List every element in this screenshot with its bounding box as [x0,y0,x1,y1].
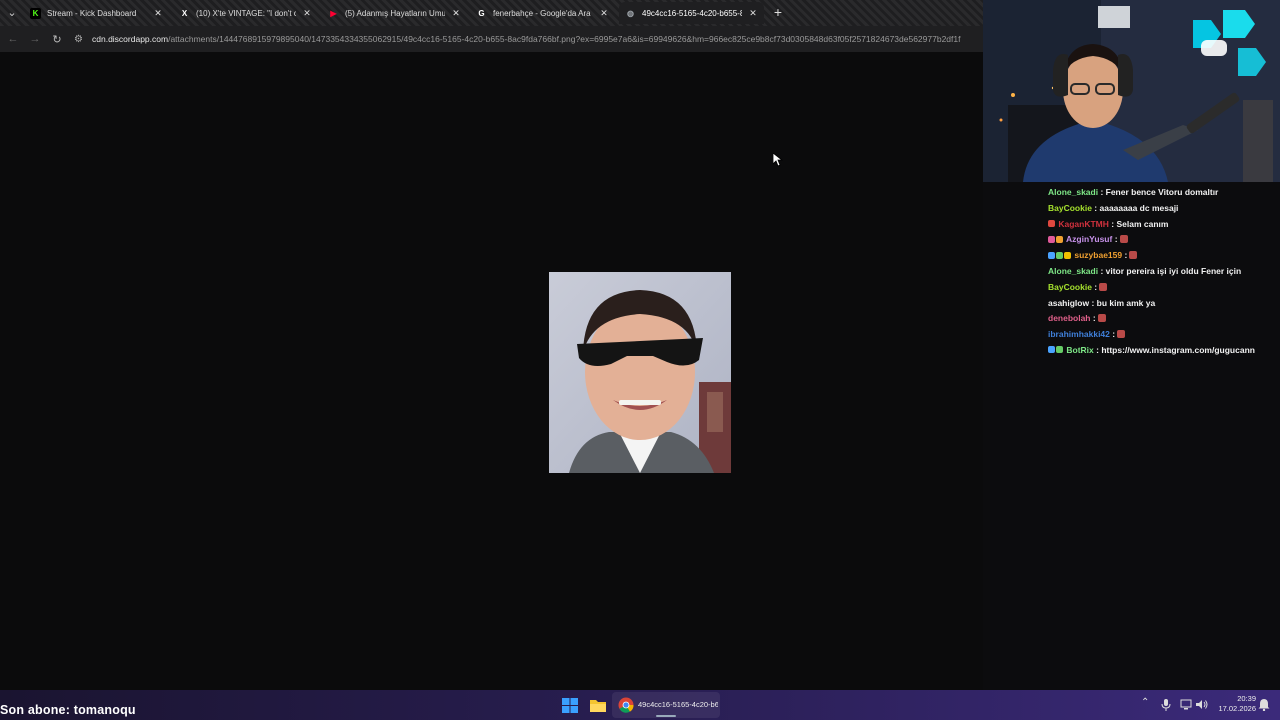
chat-text: : aaaaaaaa dc mesaji [1091,202,1179,213]
chat-emote-icon [1119,235,1128,244]
tab-strip: ⌄ K Stream - Kick Dashboard ✕ X (10) X'te VI… [0,0,983,26]
reload-button[interactable]: ↻ [46,33,68,46]
browser-tab[interactable]: ◍ 49c4cc16-5165-4c20-b655-8ac ✕ [619,2,764,24]
chat-text: : [1109,329,1116,340]
chat-text: : Fener bence Vitoru domaltır [1098,187,1219,197]
x-icon: X [181,8,188,18]
chat-message: BayCookie : aaaaaaaa dc mesaji [1048,201,1280,217]
microphone-icon[interactable] [1161,699,1171,711]
chat-badge-icon [1048,220,1055,228]
network-icon[interactable] [1180,699,1192,710]
chat-username[interactable]: AzginYusuf [1066,234,1112,244]
chat-text: : bu kim amk ya [1089,297,1156,308]
browser-window: ⌄ K Stream - Kick Dashboard ✕ X (10) X'te VI… [0,0,983,690]
close-tab-icon[interactable]: ✕ [599,8,609,19]
displayed-image [549,272,731,473]
page-viewport [0,52,983,690]
clock-date: 17.02.2026 [1218,704,1256,713]
system-clock[interactable]: 20:39 17.02.2026 [1210,694,1256,714]
chat-message: BayCookie : [1048,280,1280,296]
chat-text: : [1112,234,1118,245]
browser-toolbar: ← → ↻ ⚙ cdn.discordapp.com/attachments/1… [0,26,983,52]
chat-username[interactable]: denebolah [1048,313,1091,323]
browser-tab[interactable]: ▶ (5) Adanmış Hayatların Umudu ✕ [322,2,467,24]
forward-button[interactable]: → [24,33,46,45]
close-tab-icon[interactable]: ✕ [451,8,461,19]
chat-badge-icon [1056,235,1063,243]
chat-text: : [1091,281,1098,292]
chat-username[interactable]: asahiglow [1048,298,1089,308]
site-info-icon[interactable]: ⚙ [74,34,88,45]
chat-text: : Selam canım [1108,218,1169,229]
browser-tab[interactable]: X (10) X'te VINTAGE: "I don't care ✕ [173,2,318,24]
chat-emote-icon [1129,251,1138,260]
chrome-taskbar-item[interactable]: 49c4cc16-5165-4c20-b6 [612,692,720,718]
chat-emote-icon [1117,330,1126,339]
chat-username[interactable]: BotRix [1066,345,1093,355]
chat-message: asahiglow : bu kim amk ya [1048,296,1280,312]
chrome-icon [618,697,634,713]
tab-title: fenerbahçe - Google'da Ara [493,8,591,18]
close-tab-icon[interactable]: ✕ [748,8,758,19]
file-explorer-icon[interactable] [589,697,607,714]
tab-title: (5) Adanmış Hayatların Umudu [345,8,445,18]
chat-message: Alone_skadi : vitor pereira işi iyi oldu… [1048,264,1280,280]
chat-username[interactable]: BayCookie [1048,282,1092,292]
webcam-feed [983,0,1280,182]
chat-badge-icon [1056,251,1063,259]
chat-text: : https://www.instagram.com/gugucann [1093,344,1255,355]
chat-emote-icon [1099,282,1108,291]
back-button[interactable]: ← [2,33,24,45]
chat-username[interactable]: Alone_skadi [1048,187,1098,197]
chat-badge-icon [1048,346,1055,354]
mouse-cursor-icon [773,153,783,167]
chat-badge-icon [1056,346,1063,354]
windows-start-icon[interactable] [561,697,579,714]
chat-emote-icon [1097,314,1106,323]
chat-username[interactable]: ibrahimhakki42 [1048,329,1110,339]
clock-time: 20:39 [1237,694,1256,703]
url-domain: cdn.discordapp.com [92,34,169,44]
chat-message: BotRix : https://www.instagram.com/guguc… [1048,343,1280,359]
tab-search-chevron-icon[interactable]: ⌄ [4,5,20,21]
chat-badge-icon [1048,235,1055,243]
chat-badge-icon [1048,251,1055,259]
chat-text: : [1090,313,1096,324]
address-bar[interactable]: cdn.discordapp.com/attachments/144476891… [92,34,972,44]
google-icon: G [478,8,485,18]
globe-icon: ◍ [627,8,634,18]
chat-username[interactable]: suzybae159 [1074,250,1122,260]
chat-message: ibrahimhakki42 : [1048,327,1280,343]
chat-username[interactable]: KaganKTMH [1058,219,1109,229]
volume-icon[interactable] [1195,699,1208,710]
close-tab-icon[interactable]: ✕ [302,8,312,19]
stream-chat: Alone_skadi : Fener bence Vitoru domaltı… [1048,185,1280,359]
browser-tab[interactable]: Gfenerbahçe - Google'da Ara ✕ [470,2,615,24]
browser-tab[interactable]: K Stream - Kick Dashboard ✕ [24,2,169,24]
chat-text: : vitor pereira işi iyi oldu Fener için [1098,265,1242,276]
chat-message: Alone_skadi : Fener bence Vitoru domaltı… [1048,185,1280,201]
chat-text: : [1122,250,1128,261]
tab-title: 49c4cc16-5165-4c20-b655-8ac [642,8,742,18]
last-subscriber-overlay: Son abone: tomanoqu [0,703,136,717]
notification-bell-icon[interactable] [1258,698,1270,711]
chat-username[interactable]: Alone_skadi [1048,266,1098,276]
url-path: /attachments/1444768915979895040/1473354… [168,34,961,44]
show-hidden-icons-chevron-icon[interactable]: ⌃ [1141,697,1149,708]
tab-title: Stream - Kick Dashboard [47,8,137,18]
tab-title: (10) X'te VINTAGE: "I don't care [196,8,296,18]
close-tab-icon[interactable]: ✕ [153,8,163,19]
chat-message: KaganKTMH : Selam canım [1048,217,1280,233]
new-tab-button[interactable]: + [771,4,785,20]
kick-icon: K [30,7,41,19]
chat-message: denebolah : [1048,311,1280,327]
chat-message: AzginYusuf : [1048,232,1280,248]
chrome-taskbar-label: 49c4cc16-5165-4c20-b6 [638,700,718,709]
chat-message: suzybae159 : [1048,248,1280,264]
youtube-icon: ▶ [330,8,337,18]
active-app-indicator [656,715,676,717]
chat-username[interactable]: BayCookie [1048,203,1092,213]
chat-badge-icon [1064,251,1071,259]
